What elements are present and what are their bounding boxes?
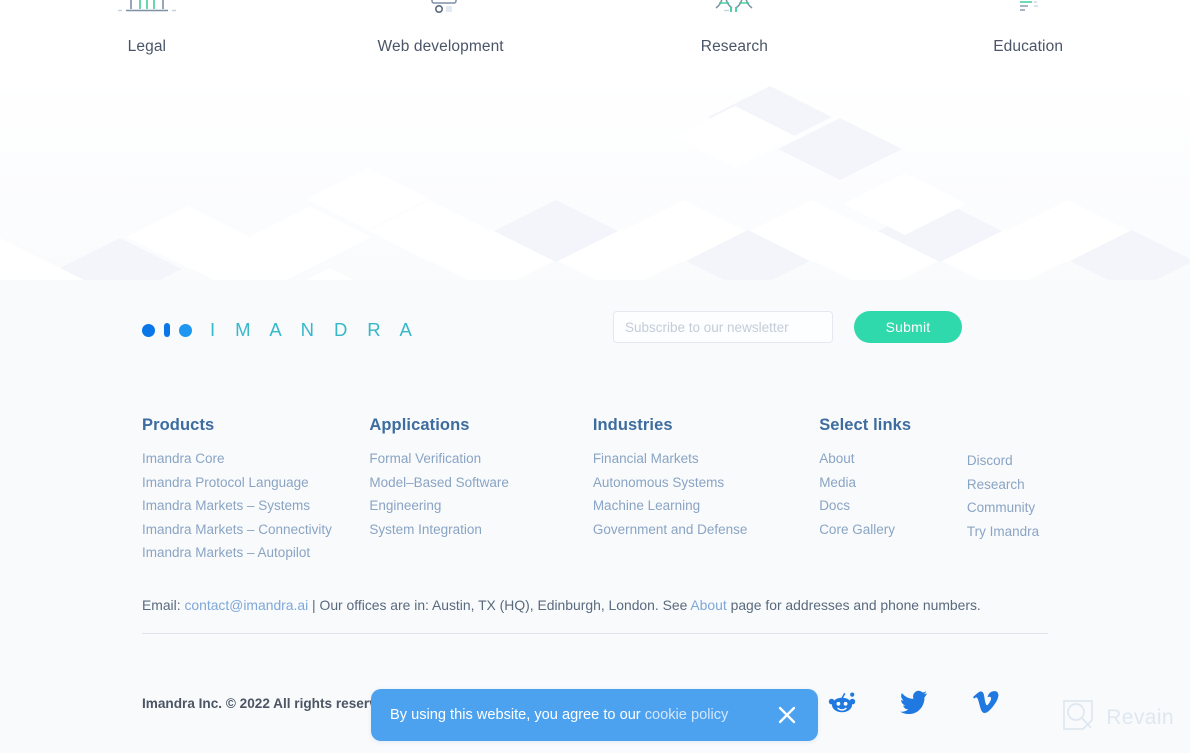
footer-link-discord[interactable]: Discord [967, 449, 1082, 473]
footer-link-imandra-protocol-language[interactable]: Imandra Protocol Language [142, 471, 369, 495]
footer-link-machine-learning[interactable]: Machine Learning [593, 494, 819, 518]
logo-dot-3-icon [179, 323, 192, 337]
footer-link-docs[interactable]: Docs [819, 494, 967, 518]
column-title: Industries [592, 416, 673, 434]
footer-link-autonomous-systems[interactable]: Autonomous Systems [593, 471, 819, 495]
footer-link-system-integration[interactable]: System Integration [369, 518, 592, 542]
vimeo-icon[interactable] [972, 688, 1000, 716]
document-chart-icon [998, 0, 1058, 16]
footer-link-about[interactable]: About [819, 447, 967, 471]
newsletter-submit-button[interactable]: Submit [854, 311, 962, 343]
cookie-message: By using this website, you agree to our [390, 707, 645, 723]
footer-divider [142, 633, 1048, 634]
contact-middle: | Our offices are in: Austin, TX (HQ), E… [308, 597, 691, 613]
footer-link-engineering[interactable]: Engineering [369, 494, 592, 518]
column-title: Select links [819, 416, 912, 434]
category-label: Web development [377, 38, 504, 55]
column-title: Applications [369, 416, 470, 434]
browser-window-icon [411, 0, 471, 16]
category-label: Research [700, 38, 768, 55]
footer-link-community[interactable]: Community [967, 496, 1082, 520]
footer-link-research[interactable]: Research [967, 473, 1082, 497]
footer-link-model-based-software[interactable]: Model–Based Software [369, 471, 592, 495]
close-icon[interactable] [776, 704, 798, 726]
footer-column-select-links: Select links About Media Docs Core Galle… [819, 416, 967, 565]
contact-email-link[interactable]: contact@imandra.ai [184, 597, 308, 613]
footer-link-imandra-markets-autopilot[interactable]: Imandra Markets – Autopilot [142, 541, 369, 565]
footer-column-applications: Applications Formal Verification Model–B… [369, 416, 592, 565]
contact-about-link[interactable]: About [690, 597, 726, 613]
footer-link-try-imandra[interactable]: Try Imandra [967, 520, 1082, 544]
footer-column-products: Products Imandra Core Imandra Protocol L… [142, 416, 369, 565]
cookie-policy-link[interactable]: cookie policy [645, 707, 729, 723]
category-education[interactable]: Education [881, 0, 1175, 78]
revain-label: Revain [1106, 705, 1174, 729]
logo-wordmark: I M A N D R A [210, 319, 420, 340]
footer-link-financial-markets[interactable]: Financial Markets [593, 447, 819, 471]
column-title: Products [142, 416, 215, 434]
category-research[interactable]: Research [588, 0, 882, 78]
category-web-development[interactable]: Web development [294, 0, 588, 78]
footer-link-formal-verification[interactable]: Formal Verification [369, 447, 592, 471]
footer-column-industries: Industries Financial Markets Autonomous … [593, 416, 819, 565]
category-legal[interactable]: Legal [0, 0, 294, 78]
logo-dot-1-icon [142, 323, 155, 337]
footer-link-imandra-markets-systems[interactable]: Imandra Markets – Systems [142, 494, 369, 518]
contact-prefix: Email: [142, 597, 185, 613]
footer-link-imandra-markets-connectivity[interactable]: Imandra Markets – Connectivity [142, 518, 369, 542]
cookie-consent-banner: By using this website, you agree to our … [371, 689, 818, 741]
newsletter-email-input[interactable] [613, 311, 833, 343]
contact-line: Email: contact@imandra.ai | Our offices … [142, 597, 981, 613]
revain-logo-icon [1061, 698, 1095, 737]
footer-link-columns: Products Imandra Core Imandra Protocol L… [142, 416, 1082, 565]
cookie-banner-text: By using this website, you agree to our … [390, 707, 728, 723]
logo-dot-2-icon [164, 323, 170, 337]
category-label: Legal [127, 38, 167, 55]
footer-link-core-gallery[interactable]: Core Gallery [819, 518, 967, 542]
contact-suffix: page for addresses and phone numbers. [726, 597, 981, 613]
twitter-icon[interactable] [900, 688, 928, 716]
revain-watermark: Revain [1061, 698, 1174, 737]
imandra-logo[interactable]: I M A N D R A [142, 313, 419, 347]
footer-link-imandra-core[interactable]: Imandra Core [142, 447, 369, 471]
site-footer: I M A N D R A Submit Products Imandra Co… [0, 280, 1190, 753]
dna-helix-icon [702, 0, 766, 16]
newsletter-form: Submit [613, 311, 962, 343]
logo-dots [142, 323, 192, 337]
footer-brand-row: I M A N D R A Submit [142, 311, 1048, 353]
footer-link-media[interactable]: Media [819, 471, 967, 495]
category-strip: Legal Web development Research Education [0, 0, 1175, 78]
reddit-icon[interactable] [828, 688, 856, 716]
footer-column-select-links-secondary: Discord Research Community Try Imandra [967, 416, 1082, 565]
page-root: Legal Web development Research Education… [0, 0, 1190, 753]
legal-columns-icon [117, 0, 177, 16]
footer-link-government-and-defense[interactable]: Government and Defense [593, 518, 819, 542]
category-label: Education [993, 38, 1064, 55]
copyright-text: Imandra Inc. © 2022 All rights reserved [142, 696, 393, 711]
